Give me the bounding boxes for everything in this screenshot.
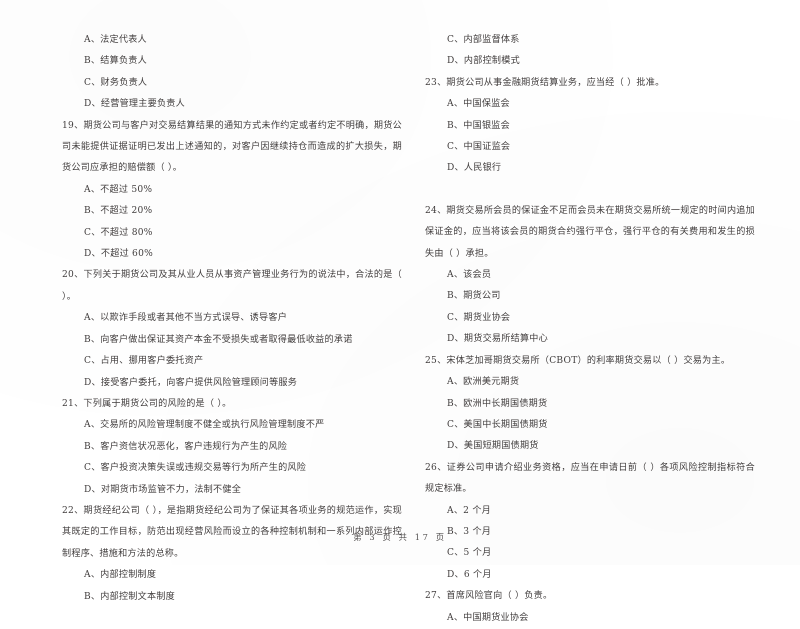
option-item: B、中国银监会 — [447, 120, 510, 131]
option-item: D、内部控制模式 — [447, 56, 520, 67]
question-stem-23: 23、期货公司从事金融期货结算业务，应当经（ ）批准。 — [425, 77, 665, 88]
option-item: D、经营管理主要负责人 — [84, 99, 185, 110]
option-item: C、中国证监会 — [447, 142, 511, 153]
option-item: A、交易所的风险管理制度不健全或执行风险管理制度不严 — [84, 420, 325, 431]
option-item: C、占用、挪用客户委托资产 — [84, 356, 204, 367]
option-item: C、期货业协会 — [447, 312, 511, 323]
option-item: A、欧洲美元期货 — [447, 377, 520, 388]
option-item: A、2 个月 — [447, 505, 492, 516]
option-item: B、向客户做出保证其资产本金不受损失或者取得最低收益的承诺 — [84, 334, 353, 345]
option-item: B、不超过 20% — [84, 206, 153, 217]
option-item: B、客户资信状况恶化，客户违规行为产生的风险 — [84, 441, 288, 452]
page-footer: 第 3 页 共 17 页 — [0, 531, 800, 543]
option-item: C、内部监督体系 — [447, 35, 520, 45]
option-item: C、美国中长期国债期货 — [447, 419, 548, 430]
question-stem-26: 26、证券公司申请介绍业务资格，应当在申请日前（ ）各项风险控制指标符合规定标准… — [425, 462, 755, 495]
option-item: D、期货交易所结算中心 — [447, 334, 548, 345]
question-stem-21: 21、下列属于期货公司的风险的是（ ）。 — [62, 398, 232, 409]
option-item: A、内部控制制度 — [84, 570, 157, 581]
question-stem-25: 25、宋体芝加哥期货交易所（CBOT）的利率期货交易以（ ）交易为主。 — [425, 355, 731, 366]
question-stem-27: 27、首席风险官向（ ）负责。 — [425, 591, 553, 602]
option-item: D、美国短期国债期货 — [447, 441, 539, 452]
option-item: A、不超过 50% — [84, 184, 153, 195]
option-item: C、不超过 80% — [84, 227, 153, 238]
option-item: B、结算负责人 — [84, 56, 147, 67]
option-item: D、接受客户委托，向客户提供风险管理顾问等服务 — [84, 377, 298, 388]
option-item: D、人民银行 — [447, 163, 502, 174]
option-item: B、欧洲中长期国债期货 — [447, 398, 548, 409]
option-item: B、期货公司 — [447, 291, 501, 302]
option-item: C、客户投资决策失误或违规交易等行为所产生的风险 — [84, 463, 307, 474]
option-item: A、法定代表人 — [84, 35, 147, 45]
question-stem-20: 20、下列关于期货公司及其从业人员从事资产管理业务行为的说法中，合法的是（ ）。 — [62, 270, 402, 302]
question-stem-24: 24、期货交易所会员的保证金不足而会员未在期货交易所统一规定的时间内追加保证金的… — [425, 205, 755, 259]
option-item: C、5 个月 — [447, 548, 492, 559]
option-item: D、6 个月 — [447, 569, 492, 580]
document-body: A、法定代表人 B、结算负责人 C、财务负责人 D、经营管理主要负责人 19、期… — [0, 0, 800, 623]
footer-page-text: 第 3 页 共 17 页 — [353, 532, 447, 542]
option-item: B、内部控制文本制度 — [84, 591, 176, 602]
option-item: A、以欺诈手段或者其他不当方式误导、诱导客户 — [84, 313, 288, 324]
option-item: A、中国期货业协会 — [447, 612, 529, 623]
page-sheet: A、法定代表人 B、结算负责人 C、财务负责人 D、经营管理主要负责人 19、期… — [0, 0, 800, 623]
option-item: D、不超过 60% — [84, 249, 154, 260]
option-item: A、中国保监会 — [447, 99, 510, 110]
left-column: A、法定代表人 B、结算负责人 C、财务负责人 D、经营管理主要负责人 19、期… — [62, 30, 402, 608]
option-item: D、对期货市场监管不力，法制不健全 — [84, 484, 242, 495]
question-stem-19: 19、期货公司与客户对交易结算结果的通知方式未作约定或者约定不明确，期货公司未能… — [62, 120, 402, 174]
option-item: A、该会员 — [447, 270, 492, 281]
option-item: C、财务负责人 — [84, 77, 148, 88]
